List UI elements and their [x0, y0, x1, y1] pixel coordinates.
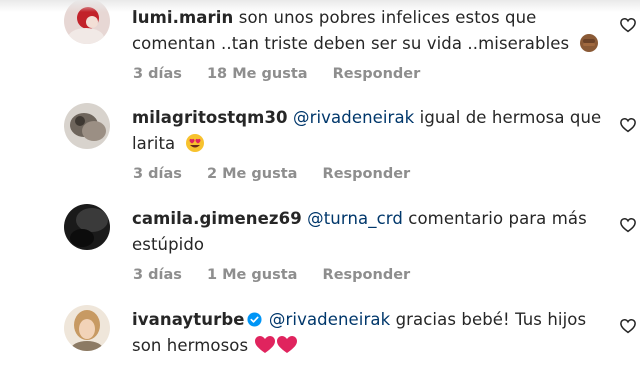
- comment-mention[interactable]: @rivadeneirak: [293, 108, 414, 127]
- like-heart-icon[interactable]: [619, 116, 637, 134]
- avatar[interactable]: [64, 103, 110, 149]
- comment-username[interactable]: camila.gimenez69: [132, 209, 302, 228]
- comment-time: 3 días: [133, 166, 182, 182]
- comment-text: camila.gimenez69 @turna_crd comentario p…: [132, 206, 602, 258]
- comment-likes[interactable]: 1 Me gusta: [207, 267, 298, 283]
- red-heart-emoji-icon: [276, 336, 297, 353]
- like-heart-icon[interactable]: [619, 317, 637, 335]
- comment-time: 3 días: [133, 267, 182, 283]
- comment-username[interactable]: milagritostqm30: [132, 108, 288, 127]
- comment-time: 3 días: [133, 66, 182, 82]
- verified-badge-icon: [247, 312, 262, 327]
- comment-text: lumi.marin son unos pobres infelices est…: [132, 5, 602, 57]
- avatar[interactable]: [64, 204, 110, 250]
- reply-button[interactable]: Responder: [323, 267, 411, 283]
- fist-emoji-icon: [579, 34, 598, 52]
- comment-text: ivanayturbe @rivadeneirak gracias bebé! …: [132, 307, 602, 359]
- comment-username[interactable]: ivanayturbe: [132, 310, 245, 329]
- heart-eyes-emoji-icon: [185, 134, 204, 152]
- red-heart-emoji-icon: [254, 336, 275, 353]
- comment-likes[interactable]: 18 Me gusta: [207, 66, 308, 82]
- top-fade: [0, 0, 640, 12]
- comment-meta: 3 días 1 Me gusta Responder: [133, 267, 430, 283]
- comment-mention[interactable]: @rivadeneirak: [269, 310, 390, 329]
- comment-likes[interactable]: 2 Me gusta: [207, 166, 298, 182]
- comment-meta: 3 días 18 Me gusta Responder: [133, 66, 440, 82]
- reply-button[interactable]: Responder: [323, 166, 411, 182]
- like-heart-icon[interactable]: [619, 16, 637, 34]
- comment-meta: 3 días 2 Me gusta Responder: [133, 166, 430, 182]
- comment-mention[interactable]: @turna_crd: [307, 209, 403, 228]
- reply-button[interactable]: Responder: [333, 66, 421, 82]
- avatar[interactable]: [64, 305, 110, 351]
- like-heart-icon[interactable]: [619, 216, 637, 234]
- comment-text: milagritostqm30 @rivadeneirak igual de h…: [132, 105, 602, 157]
